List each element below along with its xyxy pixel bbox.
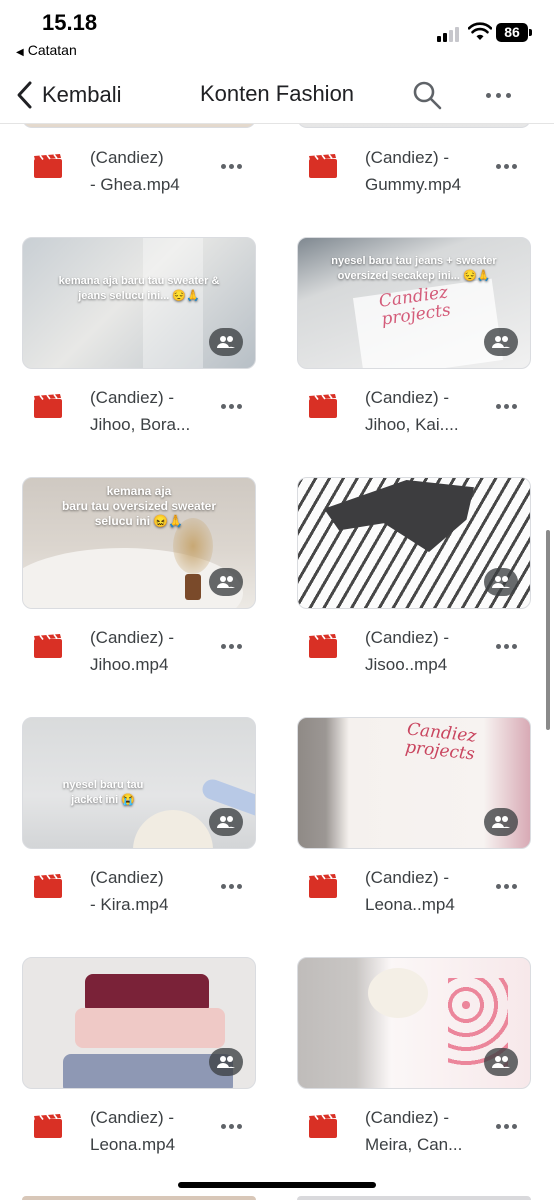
video-thumbnail[interactable]: kemana aja baru tau sweater & jeans selu… [22,237,256,369]
scrollbar[interactable] [546,530,550,730]
video-file-icon [34,154,62,178]
video-thumbnail[interactable]: nyesel baru tau jacket ini 😭 [22,717,256,849]
file-item[interactable]: (Candiez) - Kira.mp4 [34,866,284,926]
file-item[interactable]: (Candiez) - Jisoo..mp4 [309,626,554,686]
video-thumbnail[interactable]: Candiez projects nyesel baru tau jeans +… [297,237,531,369]
file-more-button[interactable] [216,396,246,416]
shared-people-icon [209,328,243,356]
video-file-icon [34,1114,62,1138]
file-more-button[interactable] [216,1116,246,1136]
video-thumbnail[interactable]: Candiez projects [297,717,531,849]
file-item[interactable]: (Candiez) - Jihoo, Kai.... [309,386,554,446]
video-file-icon [309,634,337,658]
file-more-button[interactable] [216,876,246,896]
thumbnail-caption: kemana aja baru tau oversized sweater se… [61,484,217,528]
video-file-icon [34,394,62,418]
shared-people-icon [484,808,518,836]
video-file-icon [309,874,337,898]
video-thumbnail[interactable] [297,477,531,609]
video-file-icon [309,154,337,178]
file-item[interactable]: (Candiez) - Jihoo.mp4 [34,626,284,686]
thumbnail-partial[interactable] [297,1196,531,1200]
file-more-button[interactable] [491,876,521,896]
file-item[interactable]: (Candiez) - Jihoo, Bora... [34,386,284,446]
file-name: (Candiez) - Meira, Can... [365,1108,463,1154]
more-options-button[interactable] [480,78,516,112]
more-dot [505,92,511,98]
file-grid: (Candiez) - Ghea.mp4 (Candiez) - Gummy.m… [0,0,554,1200]
thumbnail-caption: kemana aja baru tau sweater & jeans selu… [58,275,220,302]
file-item[interactable]: (Candiez) - Gummy.mp4 [309,146,554,206]
video-file-icon [309,1114,337,1138]
shared-people-icon [209,568,243,596]
file-name: (Candiez) - Jihoo, Kai.... [365,388,459,434]
file-more-button[interactable] [216,636,246,656]
thumbnail-partial[interactable] [22,1196,256,1200]
file-more-button[interactable] [491,1116,521,1136]
shared-people-icon [209,808,243,836]
chevron-left-icon [17,81,32,109]
video-thumbnail[interactable]: kemana aja baru tau oversized sweater se… [22,477,256,609]
back-label: Kembali [42,82,122,107]
file-name: (Candiez) - Ghea.mp4 [90,148,180,194]
file-more-button[interactable] [491,156,521,176]
file-item[interactable]: (Candiez) - Meira, Can... [309,1106,554,1166]
back-button[interactable]: Kembali [14,78,121,112]
shared-people-icon [484,1048,518,1076]
video-thumbnail[interactable] [22,957,256,1089]
file-more-button[interactable] [216,156,246,176]
file-name: (Candiez) - Jihoo.mp4 [90,628,175,674]
video-file-icon [34,634,62,658]
file-name: (Candiez) - Leona..mp4 [365,868,455,914]
shared-people-icon [484,328,518,356]
thumbnail-caption: nyesel baru tau jeans + sweater oversize… [331,255,497,282]
file-item[interactable]: (Candiez) - Leona..mp4 [309,866,554,926]
file-name: (Candiez) - Jihoo, Bora... [90,388,191,434]
search-icon[interactable] [410,78,444,112]
shared-people-icon [484,568,518,596]
video-file-icon [309,394,337,418]
brand-logo-text: Candiez projects [404,719,478,765]
file-item[interactable]: (Candiez) - Leona.mp4 [34,1106,284,1166]
home-indicator[interactable] [178,1182,376,1188]
file-item[interactable]: (Candiez) - Ghea.mp4 [34,146,284,206]
file-name: (Candiez) - Jisoo..mp4 [365,628,450,674]
more-dot [485,92,491,98]
more-dot [495,92,501,98]
file-more-button[interactable] [491,636,521,656]
file-more-button[interactable] [491,396,521,416]
shared-people-icon [209,1048,243,1076]
video-thumbnail[interactable] [297,957,531,1089]
thumbnail-caption: nyesel baru tau jacket ini 😭 [62,779,144,806]
file-name: (Candiez) - Kira.mp4 [90,868,169,914]
app-header: Kembali Konten Fashion [0,66,554,124]
file-name: (Candiez) - Leona.mp4 [90,1108,176,1154]
file-name: (Candiez) - Gummy.mp4 [365,148,462,194]
video-file-icon [34,874,62,898]
